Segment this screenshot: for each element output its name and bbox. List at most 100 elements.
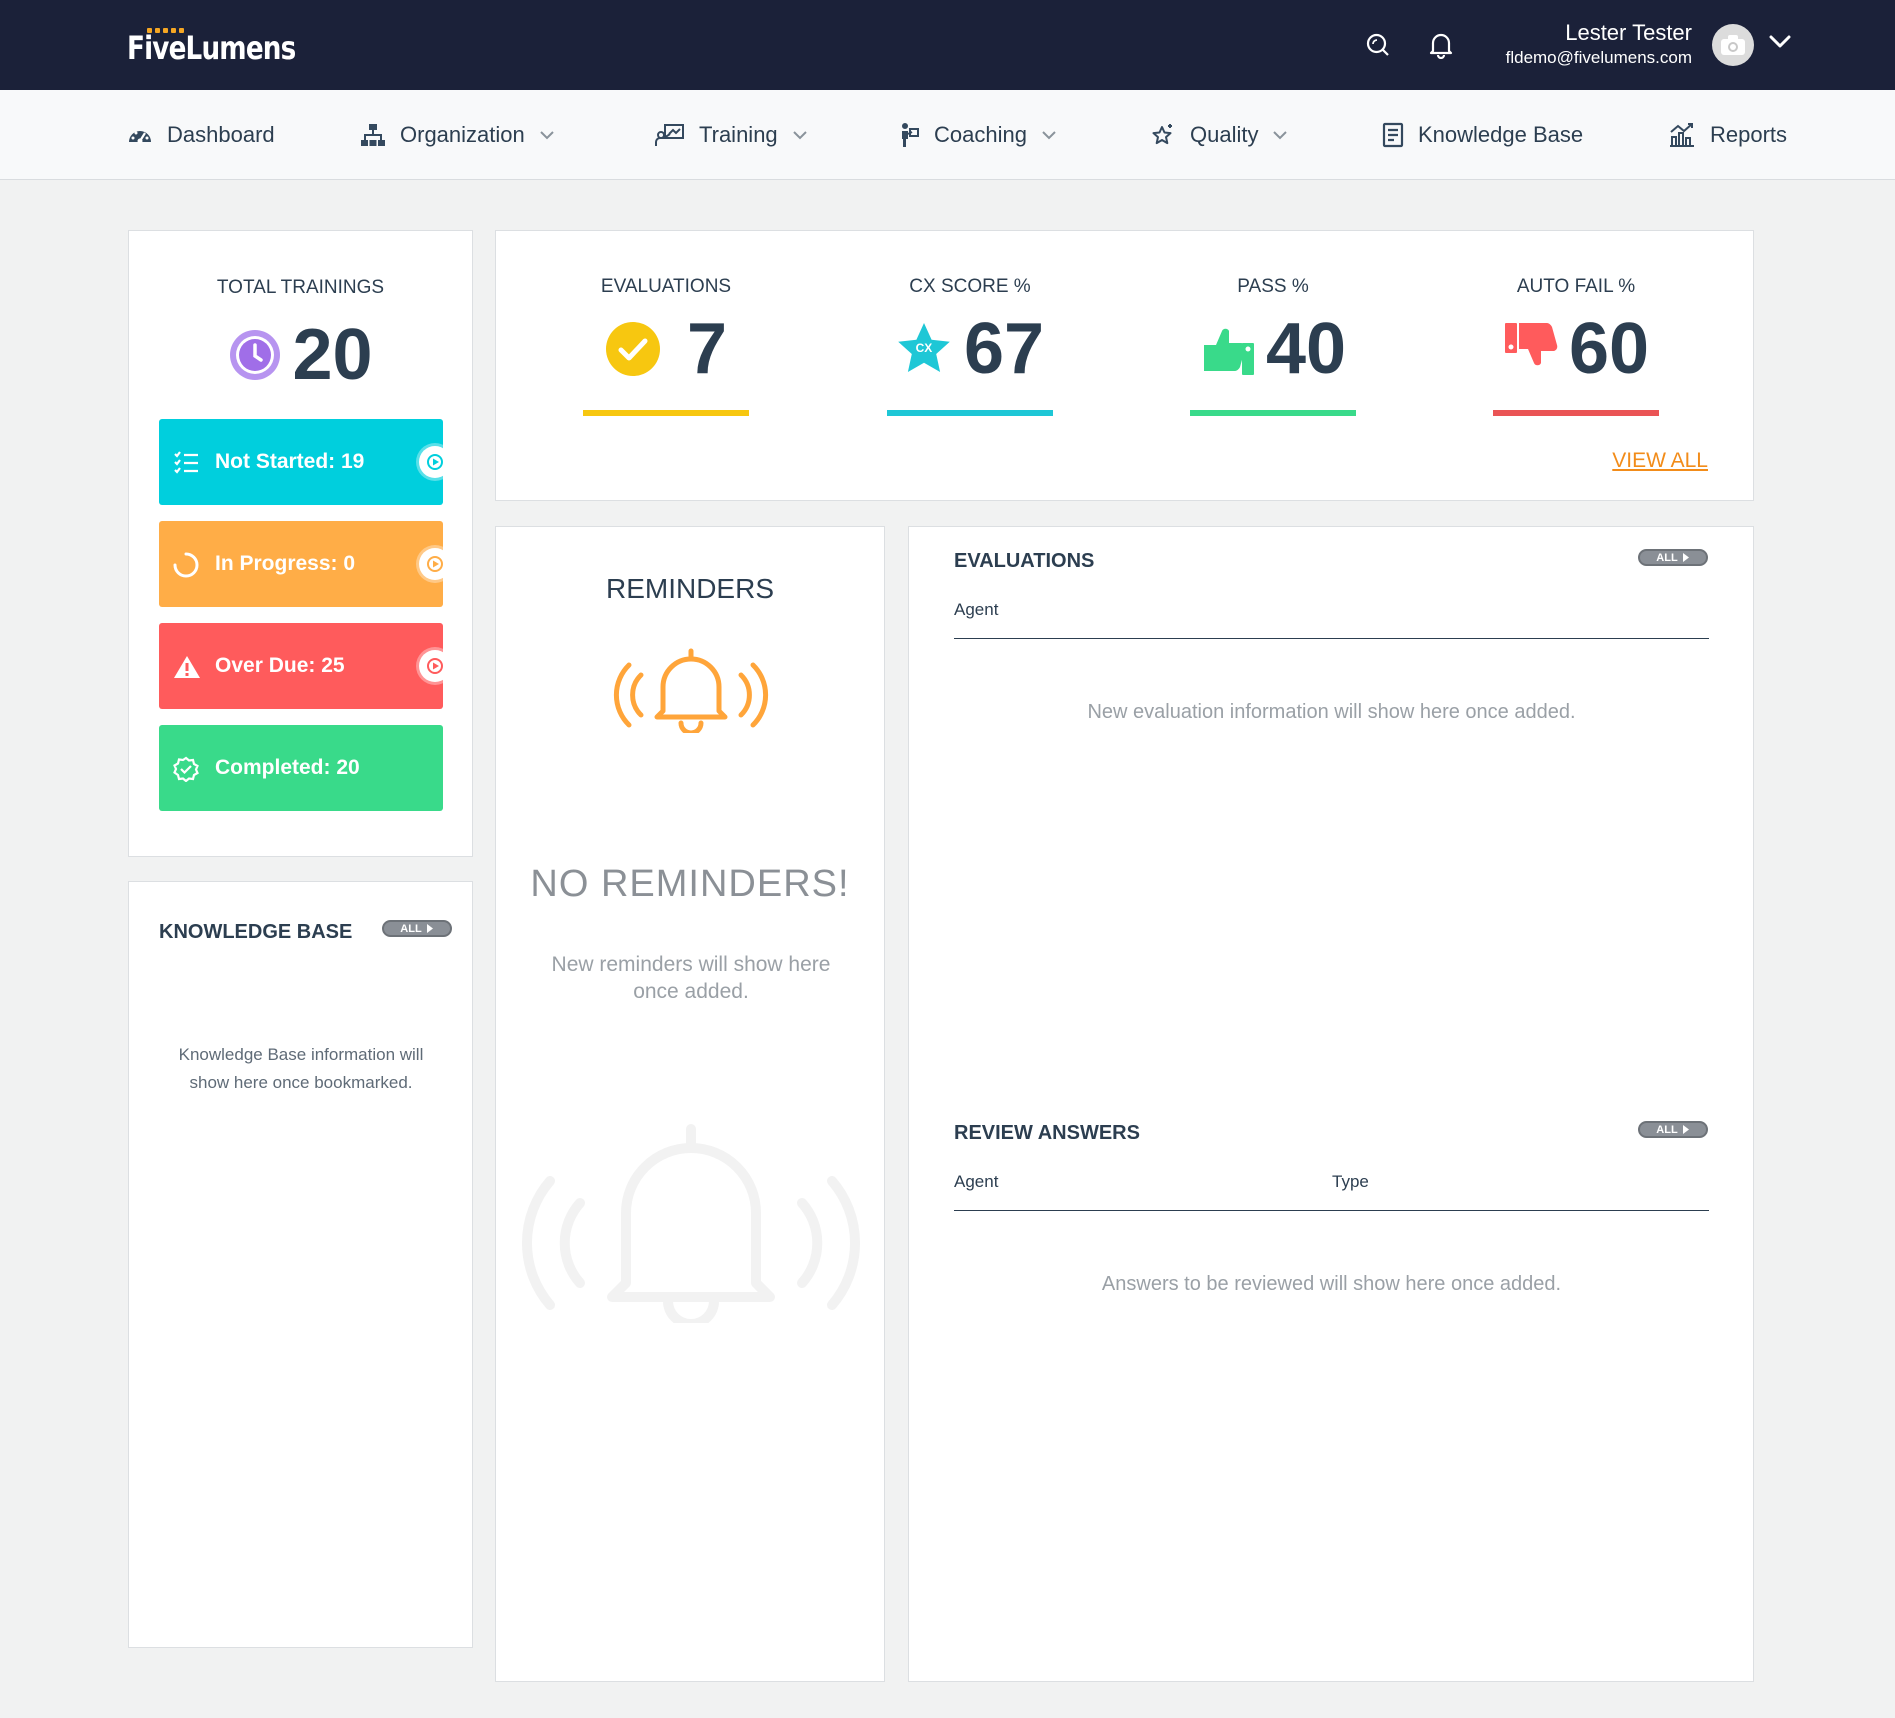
play-icon[interactable] [419, 446, 451, 478]
metric-pass: PASS % 40 [1188, 276, 1358, 416]
review-answers-title: REVIEW ANSWERS [954, 1122, 1140, 1144]
bell-icon[interactable] [1426, 30, 1456, 60]
thumbs-down-icon [1504, 323, 1558, 366]
in-progress-label: In Progress: 0 [215, 552, 356, 575]
ringing-bell-icon [613, 648, 769, 733]
knowledge-base-empty-text: Knowledge Base information will show her… [178, 1045, 424, 1092]
play-icon[interactable] [419, 548, 451, 580]
evaluations-all-button[interactable]: ALL [1638, 549, 1708, 566]
reminders-card: REMINDERS NO REMINDERS! New reminders wi… [495, 526, 885, 1682]
metric-auto-fail: AUTO FAIL % 60 [1491, 276, 1661, 416]
spinner-icon [173, 552, 199, 578]
nav-training-label: Training [699, 122, 778, 147]
evaluations-panel-title: EVALUATIONS [954, 550, 1095, 572]
metric-auto-fail-value: 60 [1568, 309, 1650, 389]
chevron-down-icon [792, 131, 807, 140]
list-icon [174, 451, 198, 474]
reminders-title: REMINDERS [605, 573, 774, 604]
review-answers-col-agent[interactable]: Agent [954, 1172, 998, 1192]
chevron-down-icon[interactable] [1768, 30, 1792, 57]
nav-quality[interactable]: Quality [1150, 90, 1288, 180]
book-icon [1382, 122, 1404, 148]
all-label: ALL [1656, 551, 1678, 564]
total-trainings-card: TOTAL TRAININGS 20 Not Started: 19 In Pr… [128, 230, 473, 857]
in-progress-button[interactable]: In Progress: 0 [159, 521, 451, 607]
knowledge-base-title: KNOWLEDGE BASE [159, 921, 353, 943]
review-answers-all-button[interactable]: ALL [1638, 1121, 1708, 1138]
organization-icon [361, 124, 385, 146]
user-name[interactable]: Lester Tester [1565, 20, 1692, 46]
metric-pass-value: 40 [1265, 309, 1347, 389]
over-due-label: Over Due: 25 [215, 654, 345, 677]
view-all-link[interactable]: VIEW ALL [1612, 449, 1708, 473]
metric-pass-bar [1190, 410, 1356, 416]
main-nav: Dashboard Organization Training Coaching… [0, 90, 1895, 180]
knowledge-base-card: KNOWLEDGE BASE ALL Knowledge Base inform… [128, 881, 473, 1648]
review-answers-col-type[interactable]: Type [1332, 1172, 1369, 1192]
all-label: ALL [400, 922, 422, 935]
chevron-down-icon [540, 131, 554, 140]
metric-cx-score-value: 67 [963, 309, 1045, 389]
evaluations-col-agent[interactable]: Agent [954, 600, 998, 620]
total-trainings-count: 20 [129, 319, 472, 391]
play-icon[interactable] [419, 650, 451, 682]
completed-label: Completed: 20 [215, 756, 360, 779]
nav-knowledge-base[interactable]: Knowledge Base [1382, 90, 1583, 180]
coaching-icon [902, 123, 919, 147]
metric-cx-score-label: CX SCORE % [909, 276, 1031, 297]
no-reminders-title: NO REMINDERS! [530, 863, 850, 905]
nav-reports[interactable]: Reports [1668, 90, 1787, 180]
badge-check-icon [173, 756, 199, 782]
nav-organization-label: Organization [400, 122, 525, 147]
metric-pass-label: PASS % [1237, 276, 1309, 297]
nav-organization[interactable]: Organization [360, 90, 555, 180]
chevron-down-icon [1042, 131, 1056, 140]
metrics-card: EVALUATIONS 7 CX SCORE % CX 67 PASS % 40… [495, 230, 1754, 501]
nav-quality-label: Quality [1190, 122, 1259, 147]
user-email: fldemo@fivelumens.com [1505, 48, 1692, 67]
metric-cx-score-bar [887, 410, 1053, 416]
play-icon [1682, 553, 1689, 562]
review-answers-empty-text: Answers to be reviewed will show here on… [1101, 1273, 1562, 1295]
ringing-bell-icon [522, 1124, 860, 1323]
play-icon [1682, 1125, 1689, 1134]
star-icon: CX [896, 321, 952, 377]
over-due-button[interactable]: Over Due: 25 [159, 623, 451, 709]
metric-auto-fail-label: AUTO FAIL % [1516, 276, 1636, 297]
nav-dashboard[interactable]: Dashboard [127, 90, 275, 180]
review-answers-header-rule [954, 1210, 1709, 1211]
play-icon [426, 924, 433, 933]
avatar-camera-icon [1721, 35, 1745, 55]
avatar[interactable] [1712, 24, 1754, 66]
nav-coaching[interactable]: Coaching [900, 90, 1057, 180]
metric-evaluations-value: 7 [686, 309, 728, 389]
total-trainings-title: TOTAL TRAININGS [216, 277, 385, 298]
completed-button[interactable]: Completed: 20 [159, 725, 443, 811]
search-icon[interactable] [1363, 30, 1393, 60]
not-started-button[interactable]: Not Started: 19 [159, 419, 451, 505]
nav-training[interactable]: Training [655, 90, 808, 180]
warning-icon [174, 656, 200, 678]
top-bar: FiveLumens Lester Tester fldemo@fivelume… [0, 0, 1895, 90]
reminders-empty-text: New reminders will show here once added. [551, 953, 831, 1003]
check-circle-icon [605, 322, 660, 376]
logo-text: FiveLumens [127, 29, 296, 67]
cx-badge-text: CX [915, 341, 933, 355]
total-trainings-value: 20 [292, 315, 373, 395]
metric-auto-fail-bar [1493, 410, 1659, 416]
app-logo[interactable]: FiveLumens [127, 22, 332, 68]
dashboard-gauge-icon [129, 131, 151, 144]
metric-evaluations-bar [583, 410, 749, 416]
evaluations-panel: EVALUATIONS ALL Agent New evaluation inf… [908, 526, 1754, 1682]
nav-knowledge-base-label: Knowledge Base [1418, 122, 1584, 147]
thumbs-up-icon [1203, 328, 1254, 375]
chevron-down-icon [1273, 131, 1288, 140]
metric-cx-score: CX SCORE % CX 67 [885, 276, 1055, 416]
nav-dashboard-label: Dashboard [167, 122, 275, 147]
metric-evaluations-label: EVALUATIONS [600, 276, 732, 297]
evaluations-header-rule [954, 638, 1709, 639]
evaluations-empty-text: New evaluation information will show her… [1087, 701, 1576, 723]
not-started-label: Not Started: 19 [215, 450, 365, 473]
training-icon [655, 124, 684, 146]
knowledge-base-all-button[interactable]: ALL [382, 920, 452, 937]
